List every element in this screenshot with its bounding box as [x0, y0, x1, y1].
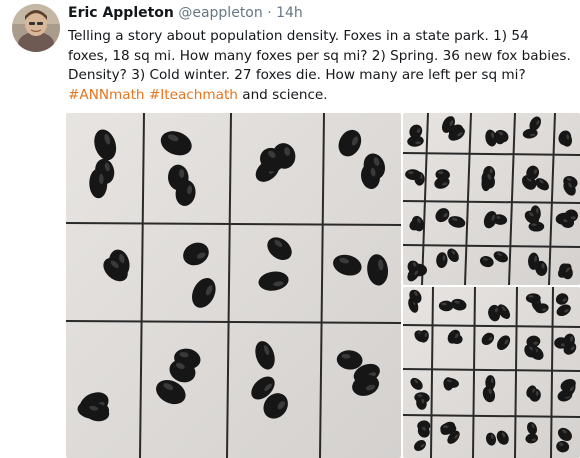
bean [440, 423, 457, 435]
hashtag-iteachmath[interactable]: #Iteachmath [149, 87, 238, 103]
tweet-header: Eric Appleton @eappleton · 14h [68, 4, 303, 22]
avatar-icon [12, 4, 60, 52]
tweet-text: Telling a story about population density… [68, 27, 573, 105]
photo-grid [66, 113, 580, 458]
bean [525, 293, 541, 304]
photo-bottom-right-image [403, 287, 580, 458]
header-separator: · [267, 5, 272, 21]
hashtag-annmath[interactable]: #ANNmath [68, 87, 145, 103]
tweet: Eric Appleton @eappleton · 14h Telling a… [0, 0, 580, 458]
tweet-text-body: Telling a story about population density… [68, 28, 571, 83]
photo-main[interactable] [66, 113, 401, 458]
bean-highlight [531, 223, 537, 227]
tweet-timestamp[interactable]: 14h [276, 5, 303, 21]
bean [528, 221, 545, 232]
bean-highlight [443, 425, 449, 429]
tweet-text-and: and [242, 86, 268, 103]
bean-highlight [528, 295, 534, 298]
photo-top-right-image [403, 113, 580, 285]
tweet-text-end: science. [272, 86, 328, 103]
author-handle[interactable]: @eappleton [178, 5, 262, 21]
avatar[interactable] [12, 4, 60, 52]
photo-top-right[interactable] [403, 113, 580, 285]
photo-main-image [66, 113, 401, 458]
author-name[interactable]: Eric Appleton [68, 5, 174, 21]
photo-bottom-right[interactable] [403, 287, 580, 458]
